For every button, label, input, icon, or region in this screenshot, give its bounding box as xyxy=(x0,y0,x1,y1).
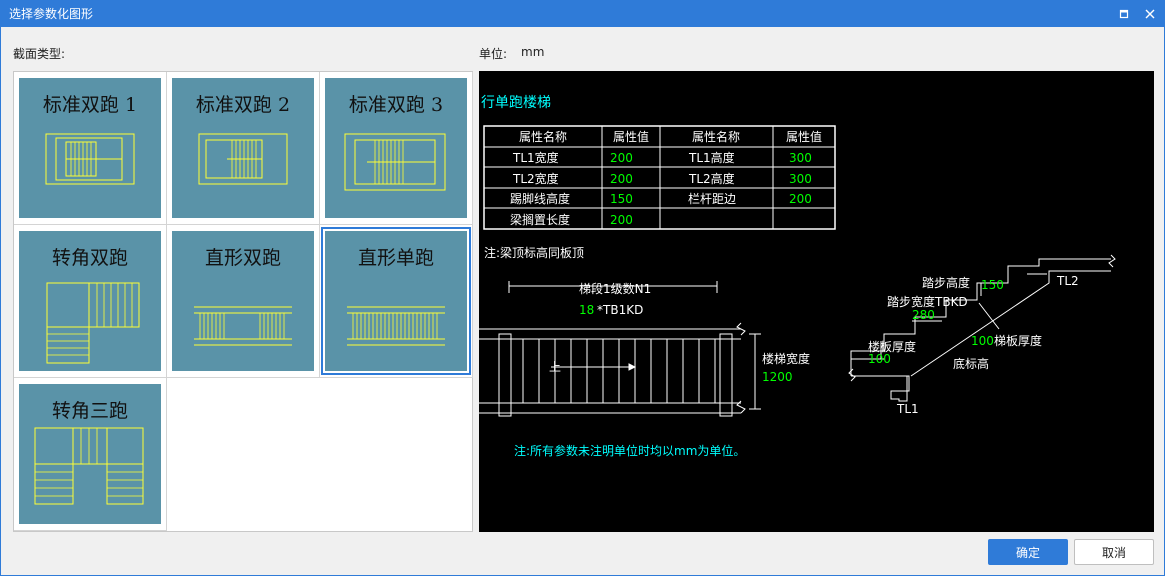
table-header: 属性值 xyxy=(786,129,822,144)
unit-label: 单位: xyxy=(479,47,508,61)
maximize-icon xyxy=(1119,9,1129,19)
tile-straight-single[interactable]: 直形单跑 xyxy=(320,225,473,378)
stair-plan-view xyxy=(479,281,761,417)
stair-plan-icon xyxy=(46,282,140,364)
tread-width-label: 踏步宽度TBKD xyxy=(887,294,968,309)
table-cell-value: 200 xyxy=(610,213,633,227)
stair-plan-icon xyxy=(45,133,135,185)
bottom-elevation-label: 底标高 xyxy=(953,356,989,371)
tread-width-value: 280 xyxy=(912,308,935,322)
riser-label: 踏步高度 xyxy=(922,275,970,290)
stair-width-value: 1200 xyxy=(762,370,793,384)
tile-thumbnail: 直形单跑 xyxy=(321,227,471,375)
cancel-button[interactable]: 取消 xyxy=(1074,539,1154,565)
unit-value: mm xyxy=(521,45,545,59)
segment-label: 梯段1级数N1 xyxy=(579,281,651,296)
table-cell: TL1宽度 xyxy=(512,150,559,165)
tile-standard-double-2[interactable]: 标准双跑 2 xyxy=(167,72,320,225)
slab-thickness-value-left: 100 xyxy=(868,352,891,366)
table-cell: 踢脚线高度 xyxy=(510,191,570,206)
tile-straight-double[interactable]: 直形双跑 xyxy=(167,225,320,378)
beam-note: 注:梁顶标高同板顶 xyxy=(484,245,584,260)
riser-value: 150 xyxy=(981,278,1004,292)
tile-thumbnail: 标准双跑 2 xyxy=(172,78,314,218)
table-cell: TL1高度 xyxy=(688,150,735,165)
stair-plan-icon xyxy=(347,306,445,346)
stair-plan-icon xyxy=(344,133,446,191)
stair-plan-icon xyxy=(34,427,144,505)
table-cell-value: 150 xyxy=(610,192,633,206)
table-cell: 梁搁置长度 xyxy=(510,212,570,227)
table-cell: TL2高度 xyxy=(688,171,735,186)
tile-thumbnail: 标准双跑 3 xyxy=(325,78,467,218)
section-type-grid: 标准双跑 1 标准双跑 2 标准双跑 3 转角双跑 直形双跑 直形单跑 转角三跑 xyxy=(13,71,473,532)
tile-standard-double-1[interactable]: 标准双跑 1 xyxy=(14,72,167,225)
table-header: 属性值 xyxy=(613,129,649,144)
window-title: 选择参数化图形 xyxy=(9,7,94,21)
tile-standard-double-3[interactable]: 标准双跑 3 xyxy=(320,72,473,225)
tile-thumbnail: 直形双跑 xyxy=(172,231,314,371)
table-cell-value: 200 xyxy=(610,172,633,186)
preview-drawing: 行单跑楼梯 属性名称 属性值 属性名称 属性值 TL1宽度 200 TL1高度 … xyxy=(479,95,1116,458)
table-header: 属性名称 xyxy=(519,129,567,144)
tile-thumbnail: 标准双跑 1 xyxy=(19,78,161,218)
table-cell-value: 200 xyxy=(610,151,633,165)
tile-corner-triple[interactable]: 转角三跑 xyxy=(14,378,167,531)
table-cell: TL2宽度 xyxy=(512,171,559,186)
tl2-label: TL2 xyxy=(1056,274,1079,288)
section-type-label: 截面类型: xyxy=(13,47,66,61)
tile-thumbnail: 转角双跑 xyxy=(19,231,161,371)
slab-thickness-label-right: 梯板厚度 xyxy=(994,333,1042,348)
units-note: 注:所有参数未注明单位时均以mm为单位。 xyxy=(514,443,745,458)
preview-title: 行单跑楼梯 xyxy=(481,95,551,111)
table-header: 属性名称 xyxy=(692,129,740,144)
steps-value: 18 xyxy=(579,303,594,317)
up-label: 上 xyxy=(549,360,561,374)
stair-width-label: 楼梯宽度 xyxy=(762,351,810,366)
tile-thumbnail: 转角三跑 xyxy=(19,384,161,524)
table-cell: 栏杆距边 xyxy=(688,191,736,206)
tl1-label: TL1 xyxy=(896,402,919,416)
stair-plan-icon xyxy=(198,133,288,185)
ok-button[interactable]: 确定 xyxy=(988,539,1068,565)
table-cell-value: 300 xyxy=(789,151,812,165)
close-button[interactable] xyxy=(1137,1,1163,27)
table-cell-value: 300 xyxy=(789,172,812,186)
slab-thickness-value-right: 100 xyxy=(971,334,994,348)
maximize-button[interactable] xyxy=(1111,1,1137,27)
dialog-window: 选择参数化图形 截面类型: 单位: mm 标准双跑 1 标准双跑 2 标准双跑 … xyxy=(0,0,1165,576)
close-icon xyxy=(1145,9,1155,19)
table-cell-value: 200 xyxy=(789,192,812,206)
tread-formula: *TB1KD xyxy=(597,303,643,317)
parametric-preview: 行单跑楼梯 属性名称 属性值 属性名称 属性值 TL1宽度 200 TL1高度 … xyxy=(479,71,1154,532)
stair-plan-icon xyxy=(194,306,292,346)
title-bar: 选择参数化图形 xyxy=(1,1,1164,27)
tile-corner-double[interactable]: 转角双跑 xyxy=(14,225,167,378)
table-header-row: 属性名称 属性值 属性名称 属性值 xyxy=(519,129,822,144)
